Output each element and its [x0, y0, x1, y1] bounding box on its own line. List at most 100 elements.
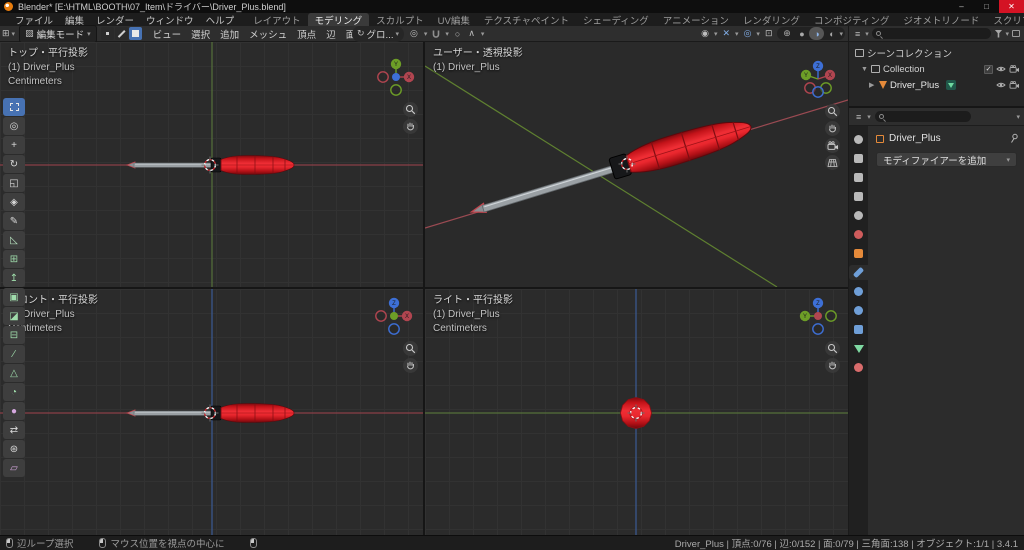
shading-material-icon[interactable]: ◑ [809, 27, 825, 40]
falloff-caret[interactable]: ▾ [481, 30, 485, 38]
shading-solid-icon[interactable]: ● [794, 27, 809, 40]
hide-eye-icon[interactable] [996, 65, 1006, 73]
minimize-button[interactable]: – [949, 0, 974, 13]
vp-menu-辺[interactable]: 辺 [321, 27, 341, 41]
visibility-dropdown-icon[interactable]: ◉ [699, 28, 711, 39]
viewport-front[interactable]: フロント・平行投影 (1) Driver_Plus Centimeters ZX [0, 289, 423, 535]
gizmos-caret[interactable]: ▾ [735, 30, 739, 38]
tool-loop-cut[interactable]: ⊟ [3, 326, 25, 344]
vp-menu-選択[interactable]: 選択 [186, 27, 215, 41]
camera-view-button[interactable] [825, 138, 840, 153]
vp-menu-追加[interactable]: 追加 [215, 27, 244, 41]
proportional-edit-icon[interactable]: ○ [453, 29, 462, 39]
tool-cursor[interactable]: ◎ [3, 117, 25, 135]
expand-icon[interactable]: ▶ [869, 81, 876, 89]
render-camera-icon[interactable] [1009, 81, 1020, 89]
transform-orientation-dropdown[interactable]: ↻ グロ... ▾ [352, 25, 404, 42]
workspace-tab-レイアウト[interactable]: レイアウト [246, 13, 308, 27]
edge-select-button[interactable] [114, 27, 128, 40]
tool-annotate[interactable]: ✎ [3, 212, 25, 230]
menu-ヘルプ[interactable]: ヘルプ [200, 13, 241, 27]
overlays-toggle-icon[interactable]: ◎ [742, 28, 754, 39]
properties-editor-icon[interactable]: ≡ [854, 112, 863, 122]
tool-transform[interactable]: ◈ [3, 193, 25, 211]
properties-options-caret[interactable]: ▾ [1016, 113, 1020, 121]
properties-tab-render[interactable] [849, 151, 868, 166]
tool-knife[interactable]: ∕ [3, 345, 25, 363]
properties-tab-physics[interactable] [849, 303, 868, 318]
properties-tab-particles[interactable] [849, 284, 868, 299]
filter-funnel-icon[interactable] [994, 29, 1003, 38]
gizmo-axis-z-pos[interactable] [392, 73, 400, 81]
properties-tab-modifiers[interactable] [849, 265, 868, 280]
vp-menu-メッシュ[interactable]: メッシュ [244, 27, 292, 41]
editor-type-caret[interactable]: ▾ [12, 30, 16, 38]
xray-toggle-icon[interactable]: ⊡ [763, 28, 775, 39]
tool-extrude-region[interactable]: ↥ [3, 269, 25, 287]
tool-measure[interactable]: ◺ [3, 231, 25, 249]
navigation-gizmo[interactable]: YX [373, 54, 419, 105]
pan-hand-button[interactable] [403, 119, 418, 134]
vp-menu-頂点[interactable]: 頂点 [292, 27, 321, 41]
vertex-select-button[interactable] [100, 27, 114, 40]
new-collection-icon[interactable] [1012, 30, 1020, 37]
properties-editor-caret[interactable]: ▾ [867, 113, 871, 121]
gizmo-axis-y-neg[interactable] [390, 84, 402, 96]
zoom-button[interactable] [403, 341, 418, 356]
workspace-tab-スカルプト[interactable]: スカルプト [369, 13, 431, 27]
viewport-right[interactable]: ライト・平行投影 (1) Driver_Plus Centimeters ZY [425, 289, 848, 535]
gizmos-toggle-icon[interactable]: ✕ [721, 28, 733, 39]
workspace-tab-UV編集[interactable]: UV編集 [431, 13, 477, 27]
outliner-display-mode-icon[interactable]: ≡ [853, 29, 862, 39]
falloff-icon[interactable]: ∧ [466, 28, 477, 39]
workspace-tab-シェーディング[interactable]: シェーディング [576, 13, 656, 27]
gizmo-axis-y-neg[interactable] [825, 310, 837, 322]
zoom-button[interactable] [825, 341, 840, 356]
pin-icon[interactable] [1008, 133, 1019, 144]
shading-wireframe-icon[interactable]: ⊕ [779, 27, 794, 40]
properties-search-input[interactable] [874, 111, 971, 122]
close-button[interactable]: ✕ [999, 0, 1024, 13]
navigation-gizmo[interactable]: Z Y X [795, 56, 841, 107]
outliner-search-input[interactable] [871, 28, 992, 39]
properties-tab-output[interactable] [849, 170, 868, 185]
outliner-display-caret[interactable]: ▾ [865, 30, 869, 38]
vp-menu-ビュー[interactable]: ビュー [148, 27, 187, 41]
mode-selector[interactable]: ▧ 編集モード ▾ [19, 24, 97, 43]
tool-select-box[interactable] [3, 98, 25, 116]
viewport-user[interactable]: ユーザー・透視投影 (1) Driver_Plus ZYX [425, 42, 848, 287]
shading-caret[interactable]: ▾ [839, 30, 843, 38]
properties-tab-tool[interactable] [849, 132, 868, 147]
workspace-tab-テクスチャペイント[interactable]: テクスチャペイント [477, 13, 576, 27]
tool-shear[interactable]: ▱ [3, 459, 25, 477]
tool-inset-faces[interactable]: ▣ [3, 288, 25, 306]
properties-tab-object[interactable] [849, 246, 868, 261]
snap-magnet-icon[interactable] [431, 29, 441, 39]
menu-ウィンドウ[interactable]: ウィンドウ [140, 13, 200, 27]
tool-scale[interactable]: ◱ [3, 174, 25, 192]
render-camera-icon[interactable] [1009, 65, 1020, 73]
breadcrumb-object-name[interactable]: Driver_Plus [889, 133, 941, 144]
pivot-caret[interactable]: ▾ [424, 30, 428, 38]
properties-tab-object-data[interactable] [849, 341, 868, 356]
gizmo-axis-z-neg[interactable] [812, 86, 824, 98]
editor-type-icon[interactable]: ⊞ [0, 28, 12, 39]
navigation-gizmo[interactable]: ZY [795, 293, 841, 344]
tool-bevel[interactable]: ◪ [3, 307, 25, 325]
expand-icon[interactable]: ▼ [861, 66, 868, 73]
gizmo-axis-x-neg[interactable] [375, 310, 387, 322]
properties-tab-scene[interactable] [849, 208, 868, 223]
pan-hand-button[interactable] [403, 358, 418, 373]
properties-tab-constraints[interactable] [849, 322, 868, 337]
workspace-tab-モデリング[interactable]: モデリング [307, 13, 370, 27]
outliner-row-collection[interactable]: ▼ Collection ✓ [849, 61, 1024, 77]
gizmo-axis-x-pos[interactable] [814, 312, 822, 320]
hide-eye-icon[interactable] [996, 81, 1006, 89]
pan-hand-button[interactable] [825, 358, 840, 373]
properties-tab-world[interactable] [849, 227, 868, 242]
filter-caret[interactable]: ▾ [1005, 30, 1009, 38]
tool-shrink-fatten[interactable]: ⊛ [3, 440, 25, 458]
tool-smooth[interactable]: ● [3, 402, 25, 420]
pan-hand-button[interactable] [825, 121, 840, 136]
visibility-caret[interactable]: ▾ [714, 30, 718, 38]
